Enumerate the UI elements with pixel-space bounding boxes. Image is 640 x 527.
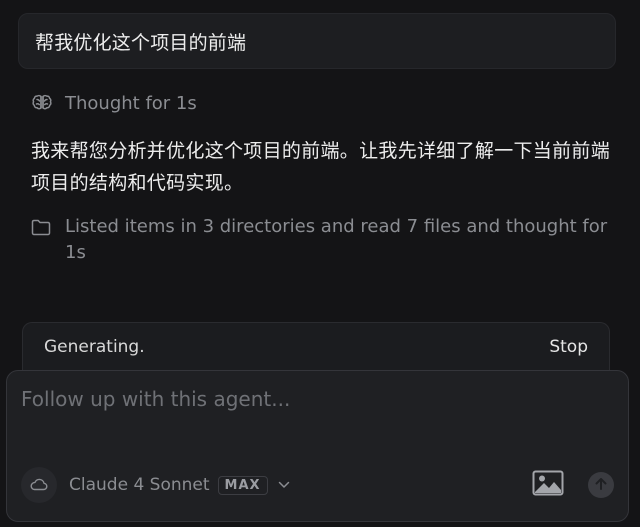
user-message[interactable]: 帮我优化这个项目的前端 <box>18 13 616 69</box>
follow-up-composer: Claude 4 Sonnet MAX <box>6 370 629 522</box>
status-text: Generating. <box>44 337 145 357</box>
model-name: Claude 4 Sonnet <box>69 475 210 495</box>
agent-mode-button[interactable] <box>21 467 57 503</box>
arrow-up-icon <box>594 476 608 495</box>
user-message-text: 帮我优化这个项目的前端 <box>35 31 247 54</box>
chevron-down-icon <box>278 481 290 489</box>
brain-icon <box>31 92 53 114</box>
assistant-response: 我来帮您分析并优化这个项目的前端。让我先详细了解一下当前前端项目的结构和代码实现… <box>31 140 611 194</box>
image-icon <box>532 470 564 500</box>
send-button[interactable] <box>588 472 614 498</box>
thought-indicator[interactable]: Thought for 1s <box>31 89 197 117</box>
agent-chat-panel: 帮我优化这个项目的前端 Thought for 1s 我来帮您分析并优化这个项目… <box>0 0 640 527</box>
thought-label: Thought for 1s <box>65 92 197 114</box>
composer-toolbar: Claude 4 Sonnet MAX <box>21 467 614 503</box>
cloud-icon <box>30 476 48 495</box>
follow-up-input[interactable] <box>21 387 611 447</box>
attach-image-button[interactable] <box>530 470 566 500</box>
max-mode-badge: MAX <box>217 475 268 495</box>
stop-button[interactable]: Stop <box>549 337 588 357</box>
model-selector[interactable]: Claude 4 Sonnet MAX <box>69 475 290 495</box>
tool-summary-text: Listed items in 3 directories and read 7… <box>65 216 608 263</box>
folder-icon <box>31 214 53 240</box>
tool-activity-summary[interactable]: Listed items in 3 directories and read 7… <box>31 214 611 266</box>
